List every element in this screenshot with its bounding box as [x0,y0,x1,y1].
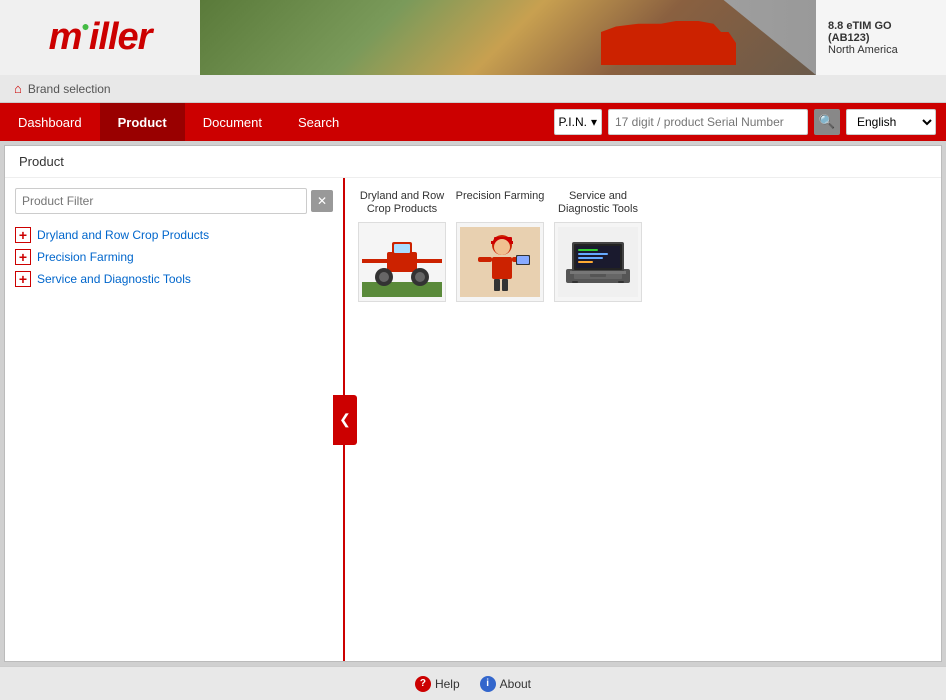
sidebar-item-service[interactable]: + Service and Diagnostic Tools [15,268,333,290]
expand-icon-precision: + [15,249,31,265]
filter-row: ✕ [15,188,333,214]
sidebar-label-service: Service and Diagnostic Tools [37,272,191,286]
main-content: ✕ + Dryland and Row Crop Products + Prec… [5,178,941,661]
nav-document[interactable]: Document [185,103,280,141]
logo-area: m●iller [0,0,200,75]
nav-dashboard[interactable]: Dashboard [0,103,100,141]
footer: ? Help i About [0,666,946,700]
breadcrumb: ⌂ Brand selection [0,75,946,103]
product-card-label-precision: Precision Farming [456,190,545,218]
pin-select[interactable]: P.I.N. ▾ [554,109,603,135]
right-panel: Dryland and RowCrop Products [345,178,941,661]
farming-svg [460,227,540,297]
about-link[interactable]: i About [480,676,531,692]
help-icon: ? [415,676,431,692]
app-container: m●iller 8.8 eTIM GO (AB123) North Americ… [0,0,946,700]
sprayer-svg [362,227,442,297]
expand-icon-service: + [15,271,31,287]
search-area: P.I.N. ▾ 🔍 English [554,109,946,135]
about-label: About [500,677,531,691]
language-select[interactable]: English [846,109,936,135]
search-icon: 🔍 [819,114,836,130]
content-inner: Product ✕ + Dryland and Row C [5,146,941,661]
help-link[interactable]: ? Help [415,676,460,692]
sidebar-label-precision: Precision Farming [37,250,134,264]
laptop-svg [558,227,638,297]
version-text: 8.8 eTIM GO [828,20,934,32]
sidebar-item-precision[interactable]: + Precision Farming [15,246,333,268]
header-banner [200,0,816,75]
version-id: (AB123) [828,32,934,44]
help-label: Help [435,677,460,691]
content-box: Product ✕ + Dryland and Row C [4,145,942,662]
nav-bar: Dashboard Product Document Search P.I.N.… [0,103,946,141]
product-card-image-precision [456,222,544,302]
page-title: Product [5,146,941,178]
serial-search-input[interactable] [608,109,808,135]
product-grid: Dryland and RowCrop Products [357,190,929,302]
sidebar-collapse-button[interactable]: ❮ [333,395,357,445]
logo: m●iller [49,16,152,59]
home-icon[interactable]: ⌂ [14,81,22,96]
sidebar-item-dryland[interactable]: + Dryland and Row Crop Products [15,224,333,246]
expand-icon-dryland: + [15,227,31,243]
search-button[interactable]: 🔍 [814,109,840,135]
sidebar: ✕ + Dryland and Row Crop Products + Prec… [5,178,345,661]
product-card-dryland[interactable]: Dryland and RowCrop Products [357,190,447,302]
product-card-image-dryland [358,222,446,302]
header-banner-image [200,0,816,75]
product-card-precision[interactable]: Precision Farming [455,190,545,302]
about-icon: i [480,676,496,692]
content-wrapper: Product ✕ + Dryland and Row C [0,141,946,666]
nav-search[interactable]: Search [280,103,357,141]
breadcrumb-label[interactable]: Brand selection [28,82,111,96]
pin-label: P.I.N. [559,115,587,129]
nav-product[interactable]: Product [100,103,185,141]
product-card-label-dryland: Dryland and RowCrop Products [360,190,444,218]
product-card-label-service: Service andDiagnostic Tools [558,190,638,218]
product-card-image-service [554,222,642,302]
collapse-icon: ❮ [339,411,351,428]
region-text: North America [828,44,934,56]
sidebar-label-dryland: Dryland and Row Crop Products [37,228,209,242]
filter-clear-button[interactable]: ✕ [311,190,333,212]
product-filter-input[interactable] [15,188,307,214]
product-card-service[interactable]: Service andDiagnostic Tools [553,190,643,302]
clear-icon: ✕ [317,194,327,208]
top-header: m●iller 8.8 eTIM GO (AB123) North Americ… [0,0,946,75]
version-info: 8.8 eTIM GO (AB123) North America [816,0,946,75]
pin-chevron: ▾ [591,115,597,129]
